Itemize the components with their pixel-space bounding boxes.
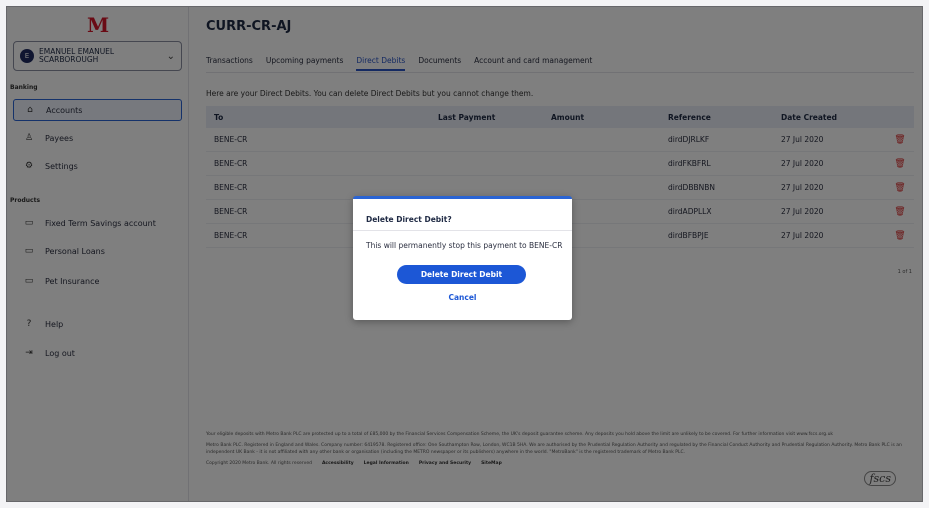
delete-direct-debit-button[interactable]: Delete Direct Debit	[397, 265, 526, 284]
dialog-title: Delete Direct Debit?	[366, 215, 452, 224]
dialog-divider	[353, 230, 572, 231]
cancel-button[interactable]: Cancel	[353, 293, 572, 302]
dialog-message: This will permanently stop this payment …	[366, 241, 563, 250]
delete-direct-debit-dialog: Delete Direct Debit? This will permanent…	[353, 196, 572, 320]
